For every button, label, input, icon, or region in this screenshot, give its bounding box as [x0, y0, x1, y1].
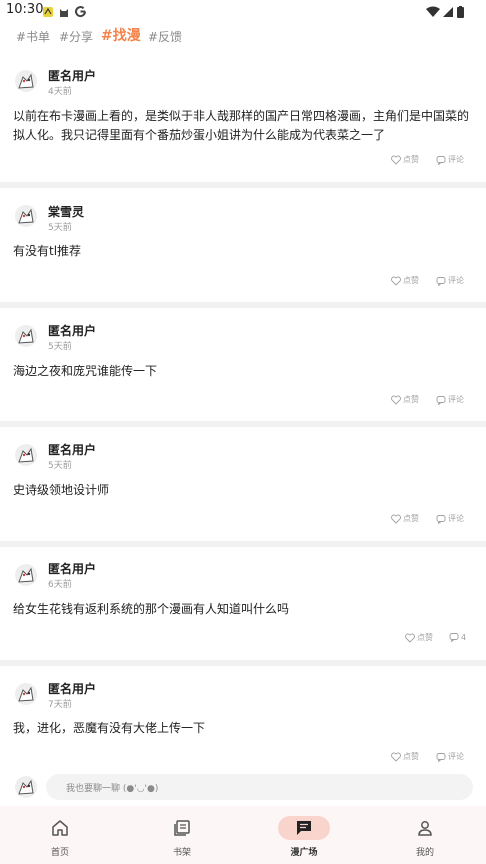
comment-count: 4 [461, 632, 467, 642]
wifi-icon [426, 3, 440, 22]
user-avatar[interactable] [14, 204, 38, 228]
post-card[interactable]: 匿名用户 7天前 我，进化，恶魔有没有大佬上传一下 点赞 评论 [0, 666, 486, 768]
like-button[interactable]: 点赞 [391, 154, 419, 165]
post-card[interactable]: 匿名用户 5天前 史诗级领地设计师 点赞 评论 [0, 427, 486, 541]
comment-button[interactable]: 评论 [436, 513, 464, 524]
post-content[interactable]: 史诗级领地设计师 [13, 481, 470, 500]
heart-icon [391, 514, 401, 524]
comment-icon [436, 276, 446, 286]
nav-manga-square-label: 漫广场 [290, 848, 318, 858]
tab-feedback[interactable]: #反馈 [148, 28, 182, 45]
comment-button[interactable]: 评论 [436, 751, 464, 762]
comment-button[interactable]: 评论 [436, 275, 464, 286]
post-time: 5天前 [48, 461, 72, 471]
person-icon [418, 821, 432, 836]
post-time: 5天前 [48, 223, 72, 233]
home-icon [52, 820, 68, 836]
status-bar: 10:30 [0, 0, 486, 20]
comment-button[interactable]: 4 [449, 632, 466, 642]
like-button[interactable]: 点赞 [391, 275, 419, 286]
heart-icon [391, 155, 401, 165]
notification-app-icon [42, 3, 54, 22]
post-content[interactable]: 海边之夜和庞咒谁能传一下 [13, 362, 470, 381]
comment-label: 评论 [448, 276, 464, 285]
like-button[interactable]: 点赞 [391, 513, 419, 524]
signal-icon [442, 3, 454, 22]
post-username[interactable]: 匿名用户 [48, 322, 96, 339]
comment-icon [449, 633, 459, 642]
user-avatar[interactable] [14, 69, 38, 93]
post-card[interactable]: 匿名用户 6天前 给女生花钱有返利系统的那个漫画有人知道叫什么吗 点赞 4 [0, 547, 486, 660]
comment-icon [436, 514, 446, 524]
post-card[interactable]: 匿名用户 4天前 以前在布卡漫画上看的，是类似于非人哉那样的国产日常四格漫画，主… [0, 54, 486, 182]
comment-button[interactable]: 评论 [436, 394, 464, 405]
user-avatar[interactable] [14, 443, 38, 467]
nav-mine[interactable]: 我的 [395, 806, 455, 864]
like-label: 点赞 [403, 752, 419, 761]
notification-google-icon [74, 3, 87, 22]
comment-input-placeholder: 我也要聊一聊 (●'◡'●) [66, 784, 159, 794]
post-username[interactable]: 匿名用户 [48, 67, 96, 84]
post-username[interactable]: 匿名用户 [48, 441, 96, 458]
post-content[interactable]: 我，进化，恶魔有没有大佬上传一下 [13, 719, 470, 738]
post-username[interactable]: 棠雪灵 [48, 203, 84, 220]
post-card[interactable]: 棠雪灵 5天前 有没有tl推荐 点赞 评论 [0, 188, 486, 302]
like-label: 点赞 [417, 633, 433, 642]
post-time: 5天前 [48, 342, 72, 352]
chat-icon [297, 821, 311, 835]
heart-icon [405, 633, 415, 643]
post-content[interactable]: 有没有tl推荐 [13, 242, 470, 261]
comment-icon [436, 155, 446, 165]
post-username[interactable]: 匿名用户 [48, 560, 96, 577]
heart-icon [391, 395, 401, 405]
post-time: 4天前 [48, 87, 72, 97]
like-label: 点赞 [403, 514, 419, 523]
post-content[interactable]: 以前在布卡漫画上看的，是类似于非人哉那样的国产日常四格漫画，主角们是中国菜的拟人… [13, 107, 470, 145]
like-label: 点赞 [403, 395, 419, 404]
post-content[interactable]: 给女生花钱有返利系统的那个漫画有人知道叫什么吗 [13, 600, 470, 619]
post-time: 6天前 [48, 580, 72, 590]
post-username[interactable]: 匿名用户 [48, 680, 96, 697]
bottom-navigation: 首页 书架 漫广场 我的 [0, 806, 486, 864]
heart-icon [391, 752, 401, 762]
comment-label: 评论 [448, 514, 464, 523]
comment-label: 评论 [448, 155, 464, 164]
nav-manga-square[interactable]: 漫广场 [274, 806, 334, 864]
post-time: 7天前 [48, 700, 72, 710]
notification-cat-icon [58, 3, 70, 22]
my-avatar[interactable] [14, 775, 38, 799]
like-label: 点赞 [403, 276, 419, 285]
like-button[interactable]: 点赞 [405, 632, 433, 643]
user-avatar[interactable] [14, 324, 38, 348]
comment-button[interactable]: 评论 [436, 154, 464, 165]
nav-home-label: 首页 [50, 848, 69, 858]
comment-input[interactable]: 我也要聊一聊 (●'◡'●) [46, 774, 473, 800]
category-tabs: #书单 #分享 #找漫 #反馈 [0, 22, 486, 50]
comment-icon [436, 395, 446, 405]
comment-label: 评论 [448, 752, 464, 761]
post-card[interactable]: 匿名用户 5天前 海边之夜和庞咒谁能传一下 点赞 评论 [0, 308, 486, 421]
user-avatar[interactable] [14, 563, 38, 587]
user-avatar[interactable] [14, 682, 38, 706]
nav-mine-label: 我的 [415, 848, 434, 858]
comment-icon [436, 752, 446, 762]
nav-bookshelf-label: 书架 [172, 848, 191, 858]
status-time: 10:30 [6, 2, 44, 17]
tab-booklist[interactable]: #书单 [16, 28, 50, 45]
tab-find-manga[interactable]: #找漫 [101, 25, 141, 45]
like-button[interactable]: 点赞 [391, 394, 419, 405]
comment-label: 评论 [448, 395, 464, 404]
like-label: 点赞 [403, 155, 419, 164]
comment-input-bar: 我也要聊一聊 (●'◡'●) [0, 768, 486, 806]
heart-icon [391, 276, 401, 286]
tab-share[interactable]: #分享 [59, 28, 93, 45]
nav-home[interactable]: 首页 [30, 806, 90, 864]
bookshelf-icon [174, 820, 190, 836]
nav-bookshelf[interactable]: 书架 [152, 806, 212, 864]
battery-icon [457, 3, 464, 22]
like-button[interactable]: 点赞 [391, 751, 419, 762]
